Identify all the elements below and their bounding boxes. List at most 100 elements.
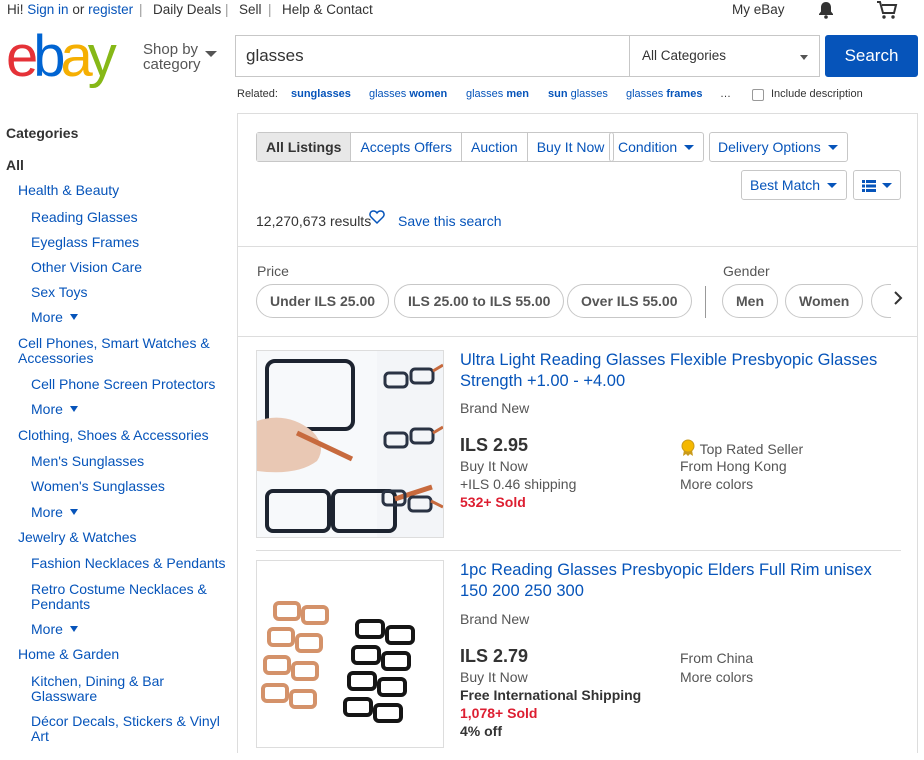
help-contact-link[interactable]: Help & Contact	[282, 2, 373, 17]
sidebar-item-label: Jewelry & Watches	[18, 529, 137, 545]
sidebar-item-men-s-sunglasses[interactable]: Men's Sunglasses	[31, 454, 144, 469]
listing-sold-count: 1,078+ Sold	[460, 705, 538, 721]
sidebar-item-label: Kitchen, Dining & Bar	[31, 673, 165, 689]
sidebar-item-label: Décor Decals, Stickers & Vinyl	[31, 713, 220, 729]
price-chip-middle[interactable]: ILS 25.00 to ILS 55.00	[394, 284, 565, 318]
sidebar-item-reading-glasses[interactable]: Reading Glasses	[31, 210, 138, 225]
sidebar-item-d-cor-decals-stickers-vinyl[interactable]: Décor Decals, Stickers & Vinyl Art	[31, 714, 220, 744]
daily-deals-link[interactable]: Daily Deals	[153, 2, 221, 17]
shop-by-line1: Shop by	[143, 41, 199, 58]
sidebar-item-label: Retro Costume Necklaces &	[31, 581, 207, 597]
sidebar-item-sex-toys[interactable]: Sex Toys	[31, 285, 88, 300]
sidebar-item-cell-phones-smart-watches[interactable]: Cell Phones, Smart Watches & Accessories	[18, 336, 210, 366]
condition-label: Condition	[618, 139, 678, 155]
sidebar-item-women-s-sunglasses[interactable]: Women's Sunglasses	[31, 479, 165, 494]
include-description-label: Include description	[771, 88, 863, 100]
tab-accepts-offers[interactable]: Accepts Offers	[350, 133, 461, 161]
listing-more-colors: More colors	[680, 669, 754, 685]
chevron-down-icon	[69, 626, 78, 632]
gender-facet-label: Gender	[723, 263, 770, 279]
sidebar-item-label: Fashion Necklaces & Pendants	[31, 555, 226, 571]
divider	[238, 336, 917, 337]
tab-all-listings[interactable]: All Listings	[257, 133, 351, 161]
notification-bell-icon[interactable]	[817, 1, 835, 22]
checkbox[interactable]	[752, 89, 764, 101]
chevron-down-icon	[827, 145, 838, 150]
gender-chip-women[interactable]: Women	[785, 284, 864, 318]
condition-dropdown[interactable]: Condition	[609, 132, 705, 162]
sidebar-item-jewelry-watches[interactable]: Jewelry & Watches	[18, 530, 137, 545]
listing-more-colors: More colors	[680, 476, 754, 492]
sidebar-item-label: Clothing, Shoes & Accessories	[18, 427, 209, 443]
related-link[interactable]: sunglasses	[291, 88, 351, 100]
delivery-options-label: Delivery Options	[718, 139, 821, 155]
results-panel: All Listings Accepts Offers Auction Buy …	[237, 113, 918, 753]
listing-image[interactable]	[256, 560, 444, 748]
sidebar-item-label: Pendants	[31, 596, 91, 612]
sell-link[interactable]: Sell	[239, 2, 262, 17]
sidebar-item-health-beauty[interactable]: Health & Beauty	[18, 183, 119, 198]
sidebar-item-home-garden[interactable]: Home & Garden	[18, 647, 119, 662]
divider: |	[268, 2, 272, 17]
sidebar-item-retro-costume-necklaces[interactable]: Retro Costume Necklaces & Pendants	[31, 582, 207, 612]
listing-sold-count: 532+ Sold	[460, 494, 526, 510]
divider	[705, 286, 706, 318]
heart-icon[interactable]	[369, 209, 385, 230]
listing-origin: From China	[680, 650, 754, 666]
save-search-link[interactable]: Save this search	[398, 213, 502, 229]
register-link[interactable]: register	[88, 2, 133, 17]
sign-in-link[interactable]: Sign in	[27, 2, 68, 17]
related-link[interactable]: glasses frames	[626, 88, 702, 100]
listing-format: Buy It Now	[460, 669, 528, 685]
sidebar-item-kitchen-dining-bar[interactable]: Kitchen, Dining & Bar Glassware	[31, 674, 164, 704]
cart-icon[interactable]	[876, 0, 898, 23]
sidebar-item-fashion-necklaces-pendants[interactable]: Fashion Necklaces & Pendants	[31, 556, 226, 571]
listing-title[interactable]: Ultra Light Reading Glasses Flexible Pre…	[460, 350, 900, 392]
search-button[interactable]: Search	[825, 35, 918, 77]
sidebar-item-eyeglass-frames[interactable]: Eyeglass Frames	[31, 235, 139, 250]
sidebar-more-link[interactable]: More	[31, 310, 78, 325]
divider	[256, 550, 901, 551]
sidebar-more-link[interactable]: More	[31, 505, 78, 520]
shop-by-category-button[interactable]: Shop by category	[143, 41, 217, 72]
listing-format: Buy It Now	[460, 458, 528, 474]
price-facet-label: Price	[257, 263, 289, 279]
search-input[interactable]	[236, 36, 628, 76]
top-rated-seller-badge: Top Rated Seller	[680, 439, 803, 460]
related-link[interactable]: glasses men	[466, 88, 529, 100]
sidebar-more-link[interactable]: More	[31, 402, 78, 417]
listing-shipping: Free International Shipping	[460, 687, 642, 703]
tab-buy-it-now[interactable]: Buy It Now	[526, 133, 614, 161]
sidebar-item-other-vision-care[interactable]: Other Vision Care	[31, 260, 142, 275]
logo-letter: y	[87, 24, 117, 89]
related-link[interactable]: sun glasses	[548, 88, 608, 100]
chevron-down-icon	[882, 183, 892, 188]
sidebar-item-label: Other Vision Care	[31, 259, 143, 275]
gender-chip-partial[interactable]	[871, 284, 891, 318]
my-ebay-link[interactable]: My eBay	[732, 2, 785, 17]
sidebar-item-label: Women's Sunglasses	[31, 478, 165, 494]
listing-title[interactable]: 1pc Reading Glasses Presbyopic Elders Fu…	[460, 560, 900, 602]
sidebar-item-all[interactable]: All	[6, 157, 24, 173]
price-chip-over[interactable]: Over ILS 55.00	[567, 284, 692, 318]
related-more-ellipsis[interactable]: …	[720, 88, 731, 100]
sort-dropdown[interactable]: Best Match	[741, 170, 848, 200]
sidebar-item-label: More	[31, 401, 63, 417]
price-chip-under[interactable]: Under ILS 25.00	[256, 284, 390, 318]
view-toggle-dropdown[interactable]	[853, 170, 901, 200]
ebay-logo[interactable]: ebay	[6, 24, 130, 89]
category-select[interactable]: All Categories	[629, 36, 820, 76]
listing-image[interactable]	[256, 350, 444, 538]
related-link[interactable]: glasses women	[369, 88, 447, 100]
sidebar-item-label: Home & Garden	[18, 646, 120, 662]
tab-auction[interactable]: Auction	[461, 133, 527, 161]
sidebar-item-cell-phone-screen-protectors[interactable]: Cell Phone Screen Protectors	[31, 377, 215, 392]
listing-item: Ultra Light Reading Glasses Flexible Pre…	[256, 350, 901, 550]
gender-chip-men[interactable]: Men	[722, 284, 778, 318]
global-header: Hi! Sign in or register | Daily Deals | …	[0, 0, 924, 22]
sidebar-more-link[interactable]: More	[31, 622, 78, 637]
listing-condition: Brand New	[460, 611, 530, 627]
sidebar-item-clothing-shoes-accessories[interactable]: Clothing, Shoes & Accessories	[18, 428, 209, 443]
delivery-options-dropdown[interactable]: Delivery Options	[709, 132, 848, 162]
chevron-right-icon[interactable]	[893, 290, 903, 311]
